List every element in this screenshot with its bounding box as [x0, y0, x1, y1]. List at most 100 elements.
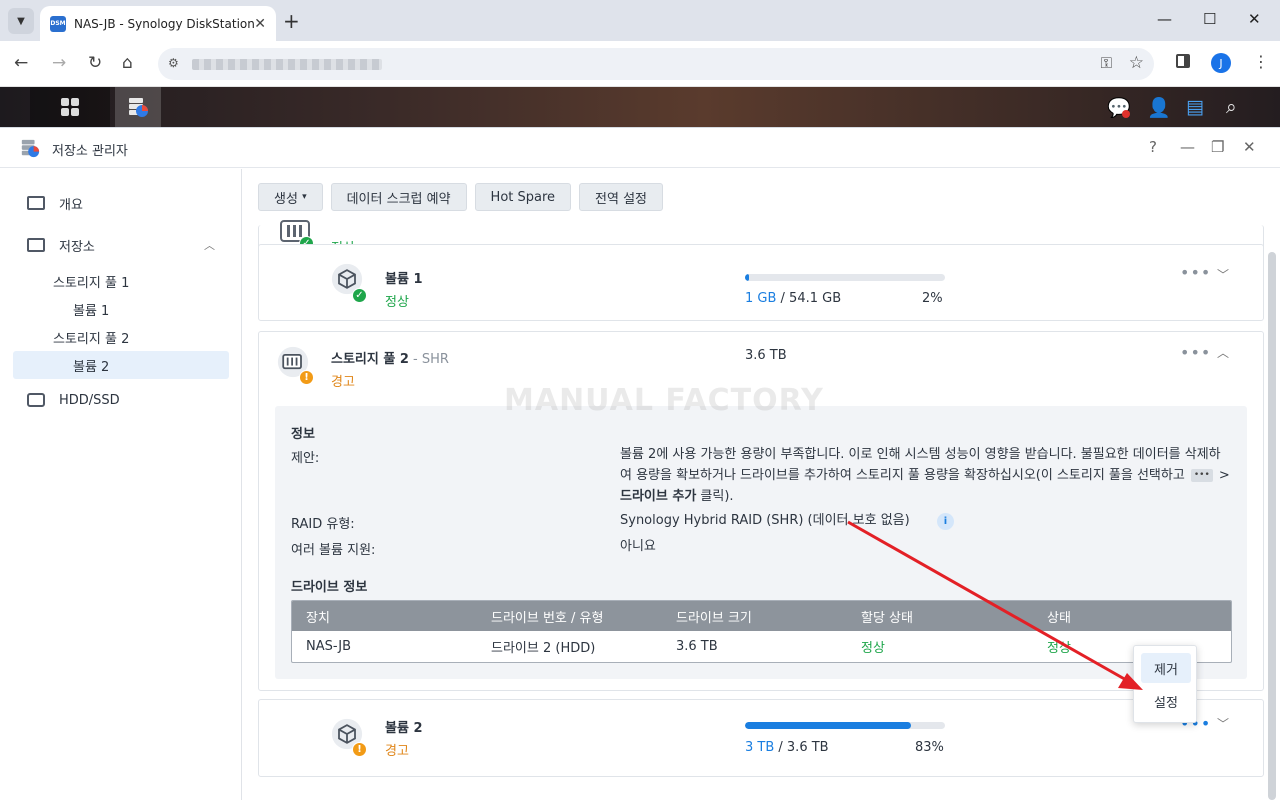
volume-1-card: ✓ 볼륨 1 정상 1 GB / 54.1 GB 2% ••• ﹀ — [258, 244, 1264, 321]
overview-icon — [27, 196, 45, 210]
sidebar-item-storage-pool-2[interactable]: 스토리지 풀 2 — [13, 323, 229, 351]
used-capacity: 3 TB — [745, 740, 775, 755]
back-icon[interactable]: ← — [14, 53, 28, 73]
profile-avatar[interactable]: J — [1211, 53, 1231, 73]
search-icon[interactable]: ⌕ — [1226, 96, 1237, 118]
create-button-label: 생성 — [274, 191, 298, 207]
browser-tabbar: ▼ DSM NAS-JB - Synology DiskStation ✕ + … — [0, 0, 1280, 41]
warning-status-icon: ! — [352, 742, 367, 757]
pool-2-status: 경고 — [331, 375, 355, 390]
pool-2-name: 스토리지 풀 2 — [331, 352, 409, 367]
storage-manager-icon — [129, 98, 148, 117]
more-options-chip-icon: ••• — [1190, 469, 1213, 482]
drive-info-table: 장치 드라이브 번호 / 유형 드라이브 크기 할당 상태 상태 NAS-JB … — [291, 600, 1232, 663]
col-header-status: 상태 — [1047, 610, 1071, 626]
multi-volume-label: 여러 볼륨 지원: — [291, 543, 376, 558]
raid-type-label: RAID 유형: — [291, 517, 355, 532]
storage-manager-taskbar-button[interactable] — [115, 87, 161, 127]
volume-2-usage: 3 TB / 3.6 TB — [745, 740, 829, 755]
suggestion-text: 볼륨 2에 사용 가능한 용량이 부족합니다. 이로 인해 시스템 성능이 영향… — [620, 444, 1230, 507]
browser-tab[interactable]: DSM NAS-JB - Synology DiskStation ✕ — [40, 6, 276, 41]
window-minimize-icon[interactable]: — — [1180, 138, 1195, 156]
volume-2-name: 볼륨 2 — [385, 721, 423, 736]
volume-1-name: 볼륨 1 — [385, 272, 423, 287]
volume-1-usage-bar — [745, 274, 945, 281]
cell-status: 정상 — [1047, 641, 1071, 656]
sidebar-item-storage-pool-1[interactable]: 스토리지 풀 1 — [13, 267, 229, 295]
sidebar: 개요 저장소 ︿ 스토리지 풀 1 볼륨 1 스토리지 풀 2 볼륨 2 HDD… — [0, 169, 242, 800]
sidebar-item-label: 저장소 — [59, 239, 95, 255]
info-heading: 정보 — [291, 427, 315, 442]
new-tab-button[interactable]: + — [283, 9, 300, 33]
more-options-icon[interactable]: ••• — [1180, 343, 1211, 362]
pool-2-size: 3.6 TB — [745, 348, 787, 363]
chevron-down-icon[interactable]: ﹀ — [1217, 266, 1229, 283]
scrub-schedule-button[interactable]: 데이터 스크럽 예약 — [330, 183, 467, 211]
menu-item-settings[interactable]: 설정 — [1141, 686, 1191, 716]
storage-manager-app-icon — [21, 139, 40, 158]
home-icon[interactable]: ⌂ — [122, 53, 133, 73]
sidebar-item-label: 스토리지 풀 2 — [53, 331, 130, 347]
key-icon[interactable]: ⚿ — [1101, 54, 1112, 72]
site-info-icon[interactable]: ⚙ — [168, 56, 179, 70]
info-icon[interactable]: i — [937, 513, 954, 530]
widgets-icon[interactable]: ▤ — [1186, 96, 1204, 118]
browser-menu-icon[interactable]: ⋮ — [1253, 52, 1269, 71]
close-icon[interactable]: ✕ — [254, 16, 266, 32]
volume-1-status: 정상 — [385, 295, 409, 310]
main-menu-button[interactable] — [30, 87, 110, 127]
minimize-icon[interactable]: — — [1157, 10, 1172, 28]
warning-status-icon: ! — [299, 370, 314, 385]
side-panel-icon[interactable] — [1176, 54, 1190, 68]
total-capacity: / 54.1 GB — [776, 291, 842, 306]
volume-2-percent: 83% — [915, 740, 944, 755]
sidebar-item-hdd-ssd[interactable]: HDD/SSD — [13, 386, 229, 414]
raid-type-value: Synology Hybrid RAID (SHR) (데이터 보호 없음) — [620, 513, 910, 528]
col-header-drive-size: 드라이브 크기 — [676, 610, 752, 626]
forward-icon[interactable]: → — [52, 53, 66, 73]
chevron-down-icon[interactable]: ﹀ — [1217, 715, 1229, 732]
main-content: 생성 ▾ 데이터 스크럽 예약 Hot Spare 전역 설정 ✓ 정상 ✓ 볼… — [242, 169, 1280, 800]
pool-2-title: 스토리지 풀 2 - SHR — [331, 348, 449, 367]
volume-1-usage: 1 GB / 54.1 GB — [745, 291, 841, 306]
more-options-icon[interactable]: ••• — [1180, 263, 1211, 282]
create-button[interactable]: 생성 ▾ — [258, 183, 323, 211]
blurred-url — [192, 59, 382, 70]
watermark: MANUAL FACTORY — [504, 383, 824, 418]
sidebar-item-volume-1[interactable]: 볼륨 1 — [13, 295, 229, 323]
maximize-icon[interactable]: ☐ — [1203, 10, 1216, 28]
user-icon[interactable]: 👤 — [1147, 96, 1171, 119]
table-row[interactable]: NAS-JB 드라이브 2 (HDD) 3.6 TB 정상 정상 — [292, 631, 1231, 662]
window-close-icon[interactable]: ✕ — [1248, 10, 1261, 28]
hdd-icon — [27, 393, 45, 407]
reload-icon[interactable]: ↻ — [88, 53, 102, 73]
tab-list-button[interactable]: ▼ — [8, 8, 34, 34]
sidebar-item-storage[interactable]: 저장소 ︿ — [13, 231, 229, 259]
sidebar-item-label: 개요 — [59, 197, 83, 213]
chevron-down-icon: ▼ — [17, 15, 25, 27]
window-close-icon[interactable]: ✕ — [1243, 138, 1256, 156]
multi-volume-value: 아니요 — [620, 539, 656, 554]
chevron-up-icon[interactable]: ︿ — [204, 237, 215, 253]
cell-drive-size: 3.6 TB — [676, 639, 718, 654]
sidebar-item-label: HDD/SSD — [59, 392, 120, 408]
storage-manager-window: 저장소 관리자 ? — ❐ ✕ 개요 저장소 ︿ 스토리지 풀 1 볼륨 1 스… — [0, 127, 1280, 800]
total-capacity: / 3.6 TB — [774, 740, 829, 755]
sidebar-item-overview[interactable]: 개요 — [13, 189, 229, 217]
sidebar-item-volume-2[interactable]: 볼륨 2 — [13, 351, 229, 379]
address-bar[interactable]: ⚙ ⚿ ☆ — [158, 48, 1154, 80]
help-icon[interactable]: ? — [1149, 138, 1157, 156]
hot-spare-button[interactable]: Hot Spare — [474, 183, 572, 211]
star-icon[interactable]: ☆ — [1129, 53, 1144, 73]
col-header-drive-number: 드라이브 번호 / 유형 — [491, 610, 604, 626]
sidebar-item-label: 볼륨 1 — [73, 303, 110, 319]
chevron-up-icon[interactable]: ︿ — [1217, 344, 1229, 361]
volume-2-card: ! 볼륨 2 경고 3 TB / 3.6 TB 83% ••• ﹀ — [258, 699, 1264, 777]
action-bar: 생성 ▾ 데이터 스크럽 예약 Hot Spare 전역 설정 — [258, 183, 664, 211]
window-restore-icon[interactable]: ❐ — [1211, 138, 1224, 156]
global-settings-button[interactable]: 전역 설정 — [579, 183, 664, 211]
content-scrollbar[interactable] — [1268, 252, 1276, 800]
menu-item-remove[interactable]: 제거 — [1141, 653, 1191, 683]
main-menu-icon — [61, 98, 79, 116]
suggestion-label: 제안: — [291, 451, 320, 466]
